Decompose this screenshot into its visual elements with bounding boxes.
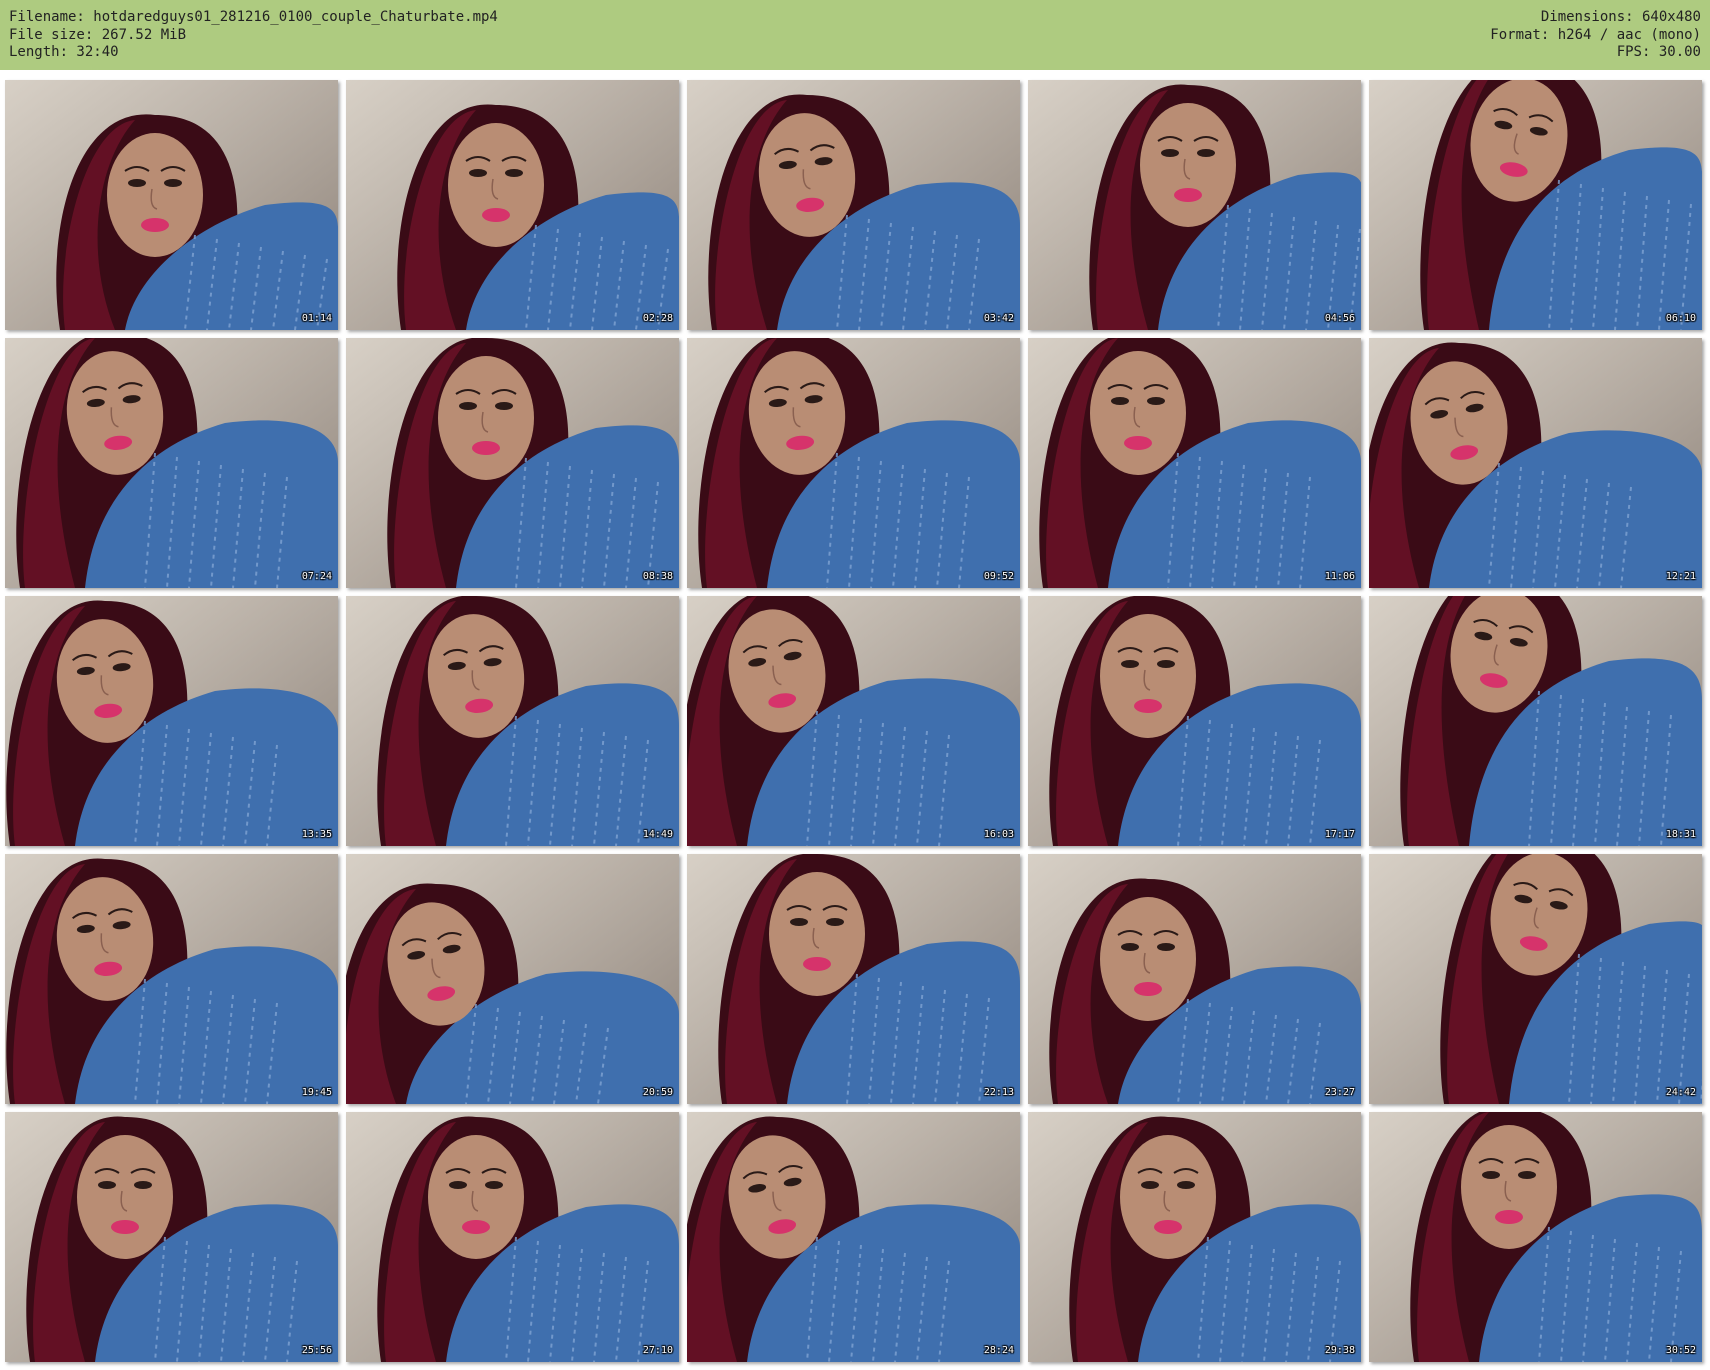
video-thumbnail: 24:42 <box>1369 854 1702 1104</box>
thumbnail-frame-image <box>346 338 679 588</box>
timestamp-label: 01:14 <box>301 313 332 324</box>
timestamp-label: 28:24 <box>983 1345 1014 1356</box>
length-text: Length: 32:40 <box>9 44 119 60</box>
video-thumbnail: 07:24 <box>5 338 338 588</box>
timestamp-label: 11:06 <box>1324 571 1355 582</box>
timestamp-label: 24:42 <box>1665 1087 1696 1098</box>
thumbnail-frame-image <box>1028 1112 1361 1362</box>
video-thumbnail: 20:59 <box>346 854 679 1104</box>
thumbnail-frame-image <box>1028 80 1361 330</box>
filesize-text: File size: 267.52 MiB <box>9 26 187 43</box>
thumbnail-frame-image <box>687 80 1020 330</box>
thumbnail-frame-image <box>5 80 338 330</box>
video-thumbnail: 12:21 <box>1369 338 1702 588</box>
thumbnail-frame-image <box>346 1112 679 1362</box>
video-thumbnail: 06:10 <box>1369 80 1702 330</box>
info-header: Filename: hotdaredguys01_281216_0100_cou… <box>0 0 1710 70</box>
dimensions-text: Dimensions: 640x480 <box>1540 9 1701 25</box>
thumbnail-frame-image <box>687 1112 1020 1362</box>
thumbnail-grid: 01:14 02:28 03:42 04:56 06:10 07:24 08:38 09:52… <box>5 80 1705 1365</box>
timestamp-label: 20:59 <box>642 1087 673 1098</box>
video-thumbnail: 28:24 <box>687 1112 1020 1362</box>
format-text: Format: h264 / aac (mono) <box>1490 26 1701 43</box>
thumbnail-frame-image <box>5 1112 338 1362</box>
timestamp-label: 18:31 <box>1665 829 1696 840</box>
timestamp-label: 29:38 <box>1324 1345 1355 1356</box>
video-thumbnail: 09:52 <box>687 338 1020 588</box>
thumbnail-frame-image <box>5 596 338 846</box>
video-thumbnail: 11:06 <box>1028 338 1361 588</box>
video-thumbnail: 01:14 <box>5 80 338 330</box>
timestamp-label: 12:21 <box>1665 571 1696 582</box>
video-thumbnail: 29:38 <box>1028 1112 1361 1362</box>
timestamp-label: 25:56 <box>301 1345 332 1356</box>
timestamp-label: 03:42 <box>983 313 1014 324</box>
timestamp-label: 23:27 <box>1324 1087 1355 1098</box>
video-thumbnail: 19:45 <box>5 854 338 1104</box>
filename-text: Filename: hotdaredguys01_281216_0100_cou… <box>9 9 498 25</box>
video-thumbnail: 08:38 <box>346 338 679 588</box>
thumbnail-frame-image <box>346 80 679 330</box>
video-thumbnail: 30:52 <box>1369 1112 1702 1362</box>
video-thumbnail: 02:28 <box>346 80 679 330</box>
thumbnail-frame-image <box>5 854 338 1104</box>
video-thumbnail: 14:49 <box>346 596 679 846</box>
fps-text: FPS: 30.00 <box>1616 44 1701 60</box>
timestamp-label: 08:38 <box>642 571 673 582</box>
timestamp-label: 06:10 <box>1665 313 1696 324</box>
video-thumbnail: 25:56 <box>5 1112 338 1362</box>
video-thumbnail: 27:10 <box>346 1112 679 1362</box>
thumbnail-frame-image <box>5 338 338 588</box>
timestamp-label: 04:56 <box>1324 313 1355 324</box>
video-thumbnail: 04:56 <box>1028 80 1361 330</box>
timestamp-label: 09:52 <box>983 571 1014 582</box>
thumbnail-frame-image <box>1369 596 1702 846</box>
video-thumbnail: 17:17 <box>1028 596 1361 846</box>
file-info: Filename: hotdaredguys01_281216_0100_cou… <box>9 9 498 62</box>
thumbnail-frame-image <box>346 596 679 846</box>
thumbnail-frame-image <box>1028 596 1361 846</box>
thumbnail-frame-image <box>1369 80 1702 330</box>
video-thumbnail: 03:42 <box>687 80 1020 330</box>
timestamp-label: 14:49 <box>642 829 673 840</box>
thumbnail-frame-image <box>687 338 1020 588</box>
timestamp-label: 07:24 <box>301 571 332 582</box>
video-thumbnail: 22:13 <box>687 854 1020 1104</box>
media-info: Dimensions: 640x480 Format: h264 / aac (… <box>1490 9 1701 62</box>
thumbnail-frame-image <box>1028 338 1361 588</box>
thumbnail-frame-image <box>687 596 1020 846</box>
timestamp-label: 17:17 <box>1324 829 1355 840</box>
timestamp-label: 02:28 <box>642 313 673 324</box>
thumbnail-frame-image <box>1028 854 1361 1104</box>
thumbnail-frame-image <box>1369 854 1702 1104</box>
video-thumbnail: 13:35 <box>5 596 338 846</box>
timestamp-label: 16:03 <box>983 829 1014 840</box>
timestamp-label: 30:52 <box>1665 1345 1696 1356</box>
thumbnail-frame-image <box>1369 338 1702 588</box>
video-thumbnail: 16:03 <box>687 596 1020 846</box>
timestamp-label: 22:13 <box>983 1087 1014 1098</box>
timestamp-label: 27:10 <box>642 1345 673 1356</box>
video-thumbnail: 18:31 <box>1369 596 1702 846</box>
thumbnail-frame-image <box>687 854 1020 1104</box>
video-thumbnail: 23:27 <box>1028 854 1361 1104</box>
thumbnail-frame-image <box>1369 1112 1702 1362</box>
timestamp-label: 19:45 <box>301 1087 332 1098</box>
thumbnail-frame-image <box>346 854 679 1104</box>
timestamp-label: 13:35 <box>301 829 332 840</box>
